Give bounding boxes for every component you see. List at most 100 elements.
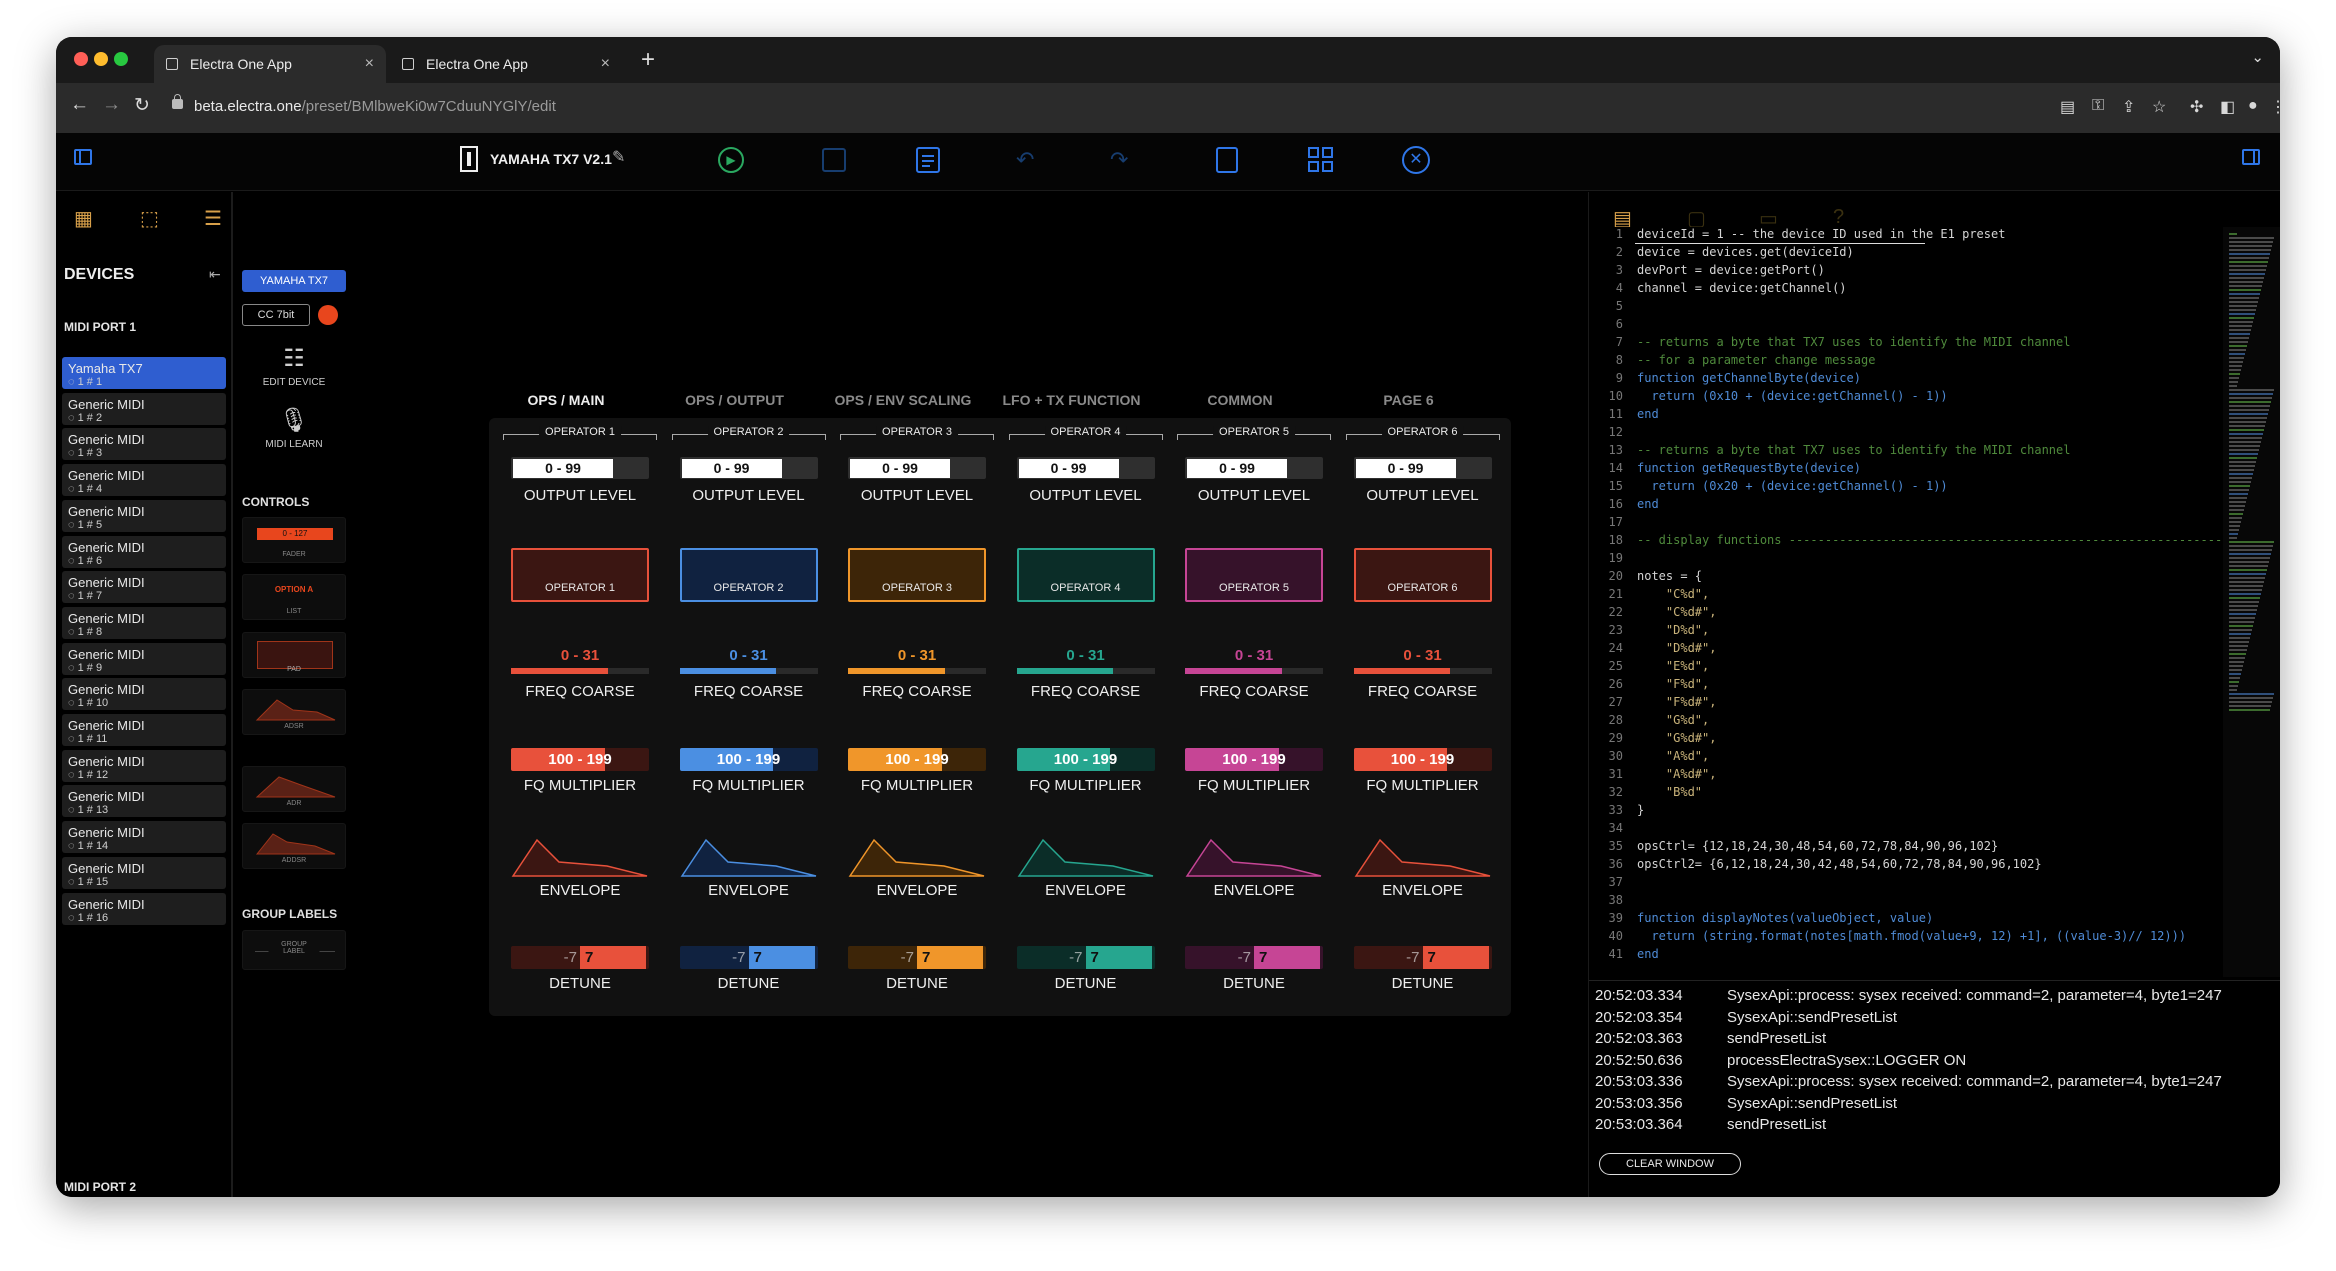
- device-item[interactable]: Generic MIDI ◌ 1 # 6: [62, 535, 226, 568]
- device-item[interactable]: Generic MIDI ◌ 1 # 11: [62, 714, 226, 746]
- group-label-template[interactable]: GROUP LABEL: [242, 930, 346, 970]
- fq-multiplier-fader[interactable]: 100 - 199: [848, 748, 986, 771]
- detune-fader[interactable]: -7 7: [679, 946, 818, 969]
- close-icon[interactable]: ✕: [1402, 146, 1430, 174]
- browser-tab[interactable]: Electra One App ×: [390, 45, 622, 83]
- side-panel-icon[interactable]: ◧: [2220, 97, 2235, 117]
- redo-icon[interactable]: ↷: [1110, 145, 1128, 175]
- device-item[interactable]: Generic MIDI ◌ 1 # 13: [62, 785, 226, 818]
- device-item[interactable]: Generic MIDI ◌ 1 # 10: [62, 678, 226, 711]
- freq-coarse-fader[interactable]: [511, 668, 649, 674]
- help-tab-icon[interactable]: ?: [1833, 206, 1844, 229]
- device-item[interactable]: Generic MIDI ◌ 1 # 2: [62, 392, 226, 425]
- fq-multiplier-fader[interactable]: 100 - 199: [1185, 748, 1323, 771]
- page-tab-name[interactable]: COMMON: [1156, 392, 1324, 408]
- operator-pad[interactable]: OPERATOR 2: [679, 548, 818, 602]
- page-tab-name[interactable]: PAGE 6: [1325, 392, 1493, 408]
- operator-pad[interactable]: OPERATOR 5: [1185, 548, 1323, 602]
- select-pointer-icon[interactable]: ⬚: [140, 206, 159, 231]
- reload-icon[interactable]: ↻: [134, 94, 150, 117]
- profile-avatar-icon[interactable]: ●: [2248, 97, 2258, 115]
- fader-control-template[interactable]: 0 - 127 FADER: [242, 517, 346, 563]
- freq-coarse-fader[interactable]: [679, 668, 818, 674]
- device-item[interactable]: Generic MIDI ◌ 1 # 9: [62, 642, 226, 675]
- freq-coarse-fader[interactable]: [1185, 668, 1323, 674]
- minimize-window-button[interactable]: [94, 52, 108, 66]
- freq-coarse-fader[interactable]: [1353, 668, 1492, 674]
- device-badge[interactable]: YAMAHA TX7: [242, 270, 346, 292]
- device-item[interactable]: Generic MIDI ◌ 1 # 16: [62, 892, 226, 925]
- collapse-sidebar-icon[interactable]: ⇤: [209, 266, 221, 283]
- address-bar[interactable]: beta.electra.one/preset/BMlbweKi0w7CduuN…: [166, 92, 2046, 122]
- page-tab-name[interactable]: OPS / ENV SCALING: [819, 392, 987, 408]
- fq-multiplier-fader[interactable]: 100 - 199: [679, 748, 818, 771]
- detune-fader[interactable]: -7 7: [511, 946, 649, 969]
- undo-icon[interactable]: ↶: [1016, 145, 1034, 175]
- fq-multiplier-fader[interactable]: 100 - 199: [1353, 748, 1492, 771]
- bookmark-star-icon[interactable]: ☆: [2152, 97, 2166, 117]
- forward-arrow-icon[interactable]: →: [102, 94, 121, 116]
- addsr-control-template[interactable]: ADDSR: [242, 823, 346, 869]
- device-item[interactable]: Generic MIDI ◌ 1 # 15: [62, 856, 226, 889]
- save-icon[interactable]: [822, 148, 846, 172]
- page-tab-name[interactable]: LFO + TX FUNCTION: [988, 392, 1156, 408]
- zoom-window-button[interactable]: [114, 52, 128, 66]
- freq-coarse-fader[interactable]: [848, 668, 986, 674]
- extensions-puzzle-icon[interactable]: ✣: [2190, 97, 2203, 117]
- operator-pad[interactable]: OPERATOR 4: [1016, 548, 1155, 602]
- grid-icon[interactable]: [1308, 147, 1334, 173]
- new-tab-icon[interactable]: +: [641, 46, 655, 74]
- device-item[interactable]: Generic MIDI ◌ 1 # 7: [62, 571, 226, 604]
- device-item[interactable]: Generic MIDI ◌ 1 # 14: [62, 821, 226, 854]
- pad-control-template[interactable]: PAD: [242, 632, 346, 678]
- close-window-button[interactable]: [74, 52, 88, 66]
- reader-mode-icon[interactable]: ▤: [2060, 97, 2075, 117]
- fq-multiplier-fader[interactable]: 100 - 199: [511, 748, 649, 771]
- list-icon[interactable]: ☰: [204, 206, 222, 231]
- cc-type-badge[interactable]: CC 7bit: [242, 304, 310, 326]
- browser-tab-active[interactable]: Electra One App ×: [154, 45, 386, 83]
- freq-coarse-fader[interactable]: [1016, 668, 1155, 674]
- code-icon[interactable]: [916, 147, 940, 173]
- operator-pad[interactable]: OPERATOR 6: [1353, 548, 1492, 602]
- fq-multiplier-fader[interactable]: 100 - 199: [1016, 748, 1155, 771]
- clear-window-button[interactable]: CLEAR WINDOW: [1599, 1153, 1741, 1175]
- back-arrow-icon[interactable]: ←: [70, 94, 89, 116]
- midi-learn-button[interactable]: 🎙 MIDI LEARN: [242, 406, 346, 450]
- edit-device-button[interactable]: ☷ EDIT DEVICE: [242, 344, 346, 388]
- adr-control-template[interactable]: ADR: [242, 766, 346, 812]
- operator-pad[interactable]: OPERATOR 1: [511, 548, 649, 602]
- envelope-graphic[interactable]: [1185, 834, 1323, 878]
- envelope-graphic[interactable]: [680, 834, 818, 878]
- envelope-graphic[interactable]: [848, 834, 986, 878]
- envelope-graphic[interactable]: [1354, 834, 1492, 878]
- paste-icon[interactable]: [1216, 147, 1238, 173]
- tab-close-icon[interactable]: ×: [365, 45, 374, 83]
- operator-pad[interactable]: OPERATOR 3: [848, 548, 986, 602]
- left-sidebar-toggle-icon[interactable]: [74, 149, 92, 165]
- adsr-control-template[interactable]: ADSR: [242, 689, 346, 735]
- device-item[interactable]: Generic MIDI ◌ 1 # 12: [62, 749, 226, 782]
- detune-fader[interactable]: -7 7: [1185, 946, 1323, 969]
- page-tab-name[interactable]: OPS / MAIN: [482, 392, 650, 408]
- key-icon[interactable]: ⚿: [2092, 97, 2104, 115]
- share-icon[interactable]: ⇪: [2122, 97, 2135, 117]
- tab-search-chevron-icon[interactable]: ⌄: [2251, 48, 2264, 66]
- edit-pencil-icon[interactable]: ✎: [612, 147, 625, 167]
- envelope-graphic[interactable]: [1017, 834, 1155, 878]
- play-icon[interactable]: ▶: [718, 147, 744, 173]
- code-minimap[interactable]: [2223, 227, 2280, 977]
- keyboard-icon[interactable]: ▦: [74, 206, 93, 231]
- tab-close-icon[interactable]: ×: [601, 45, 610, 83]
- list-control-template[interactable]: OPTION A LIST: [242, 574, 346, 620]
- device-item[interactable]: Generic MIDI ◌ 1 # 5: [62, 499, 226, 532]
- device-item[interactable]: Generic MIDI ◌ 1 # 4: [62, 464, 226, 497]
- device-item[interactable]: Generic MIDI ◌ 1 # 8: [62, 606, 226, 639]
- detune-fader[interactable]: -7 7: [1353, 946, 1492, 969]
- right-sidebar-toggle-icon[interactable]: [2242, 149, 2260, 165]
- detune-fader[interactable]: -7 7: [1016, 946, 1155, 969]
- device-item[interactable]: Yamaha TX7 ◌ 1 # 1: [62, 357, 226, 389]
- browser-menu-icon[interactable]: ⋮: [2270, 97, 2280, 117]
- lua-code-editor[interactable]: 1 deviceId = 1 -- the device ID used in t…: [1595, 227, 2280, 977]
- detune-fader[interactable]: -7 7: [848, 946, 986, 969]
